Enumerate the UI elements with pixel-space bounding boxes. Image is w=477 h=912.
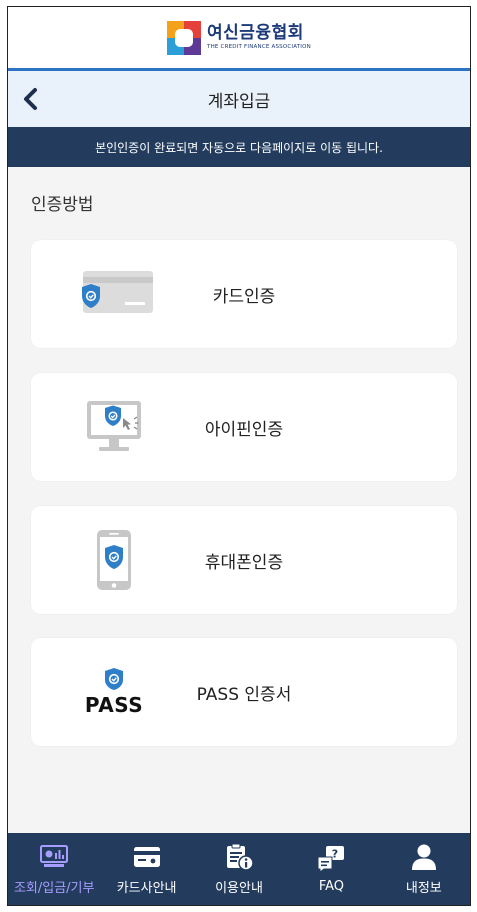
auth-method-label: 아이핀인증 [204, 419, 284, 440]
association-logo-icon [167, 20, 202, 55]
pass-logo-icon: PASS [73, 656, 155, 728]
shield-icon [105, 668, 123, 690]
tab-label: 이용안내 [215, 880, 263, 896]
auth-method-label: 휴대폰인증 [204, 552, 284, 573]
top-logo-bar: 여신금융협회 THE CREDIT FINANCE ASSOCIATION [8, 7, 470, 68]
svg-text:?: ? [332, 847, 338, 860]
back-button[interactable] [16, 85, 44, 113]
auth-method-card[interactable]: PASS PASS 인증서 [31, 638, 457, 746]
chevron-left-icon [24, 88, 37, 110]
bottom-tab-bar: 조회/입금/기부 카드사안내 이용안내 ? FAQ 내정보 [8, 833, 470, 905]
tab-label: 조회/입금/기부 [13, 880, 95, 896]
user-icon [409, 843, 439, 871]
tab-label: 카드사안내 [116, 880, 177, 896]
notice-banner: 본인인증이 완료되면 자동으로 다음페이지로 이동 됩니다. [8, 127, 470, 167]
association-logo: 여신금융협회 THE CREDIT FINANCE ASSOCIATION [167, 20, 311, 55]
notice-text: 본인인증이 완료되면 자동으로 다음페이지로 이동 됩니다. [95, 140, 383, 155]
tab-card-company-guide[interactable]: 카드사안내 [100, 833, 192, 905]
clipboard-info-icon [224, 843, 254, 871]
logo-name: 여신금융협회 [207, 22, 304, 43]
auth-method-label: 카드인증 [212, 286, 276, 307]
monitor-shield-icon [73, 391, 155, 463]
chart-monitor-icon [39, 843, 69, 871]
tab-label: 내정보 [405, 880, 442, 896]
auth-method-card[interactable]: 카드인증 [31, 240, 457, 348]
logo-subtitle: THE CREDIT FINANCE ASSOCIATION [207, 43, 311, 50]
section-title: 인증방법 [31, 195, 94, 215]
auth-method-label: PASS 인증서 [196, 684, 292, 705]
tab-my-info[interactable]: 내정보 [378, 833, 470, 905]
credit-card-icon [132, 843, 162, 871]
page-title: 계좌입금 [207, 91, 271, 112]
card-shield-icon [73, 258, 155, 330]
tab-faq[interactable]: ? FAQ [285, 833, 377, 905]
auth-method-card[interactable]: 휴대폰인증 [31, 506, 457, 614]
pass-logo-text: PASS [84, 693, 144, 717]
tab-label: FAQ [318, 878, 345, 894]
phone-shield-icon [73, 524, 155, 596]
tab-inquiry-deposit-donation[interactable]: 조회/입금/기부 [8, 833, 100, 905]
page-navbar: 계좌입금 [8, 71, 470, 127]
question-chat-icon: ? [316, 845, 346, 873]
tab-usage-guide[interactable]: 이용안내 [193, 833, 285, 905]
auth-method-card[interactable]: 아이핀인증 [31, 373, 457, 481]
app-frame: 여신금융협회 THE CREDIT FINANCE ASSOCIATION 계좌… [7, 6, 471, 906]
